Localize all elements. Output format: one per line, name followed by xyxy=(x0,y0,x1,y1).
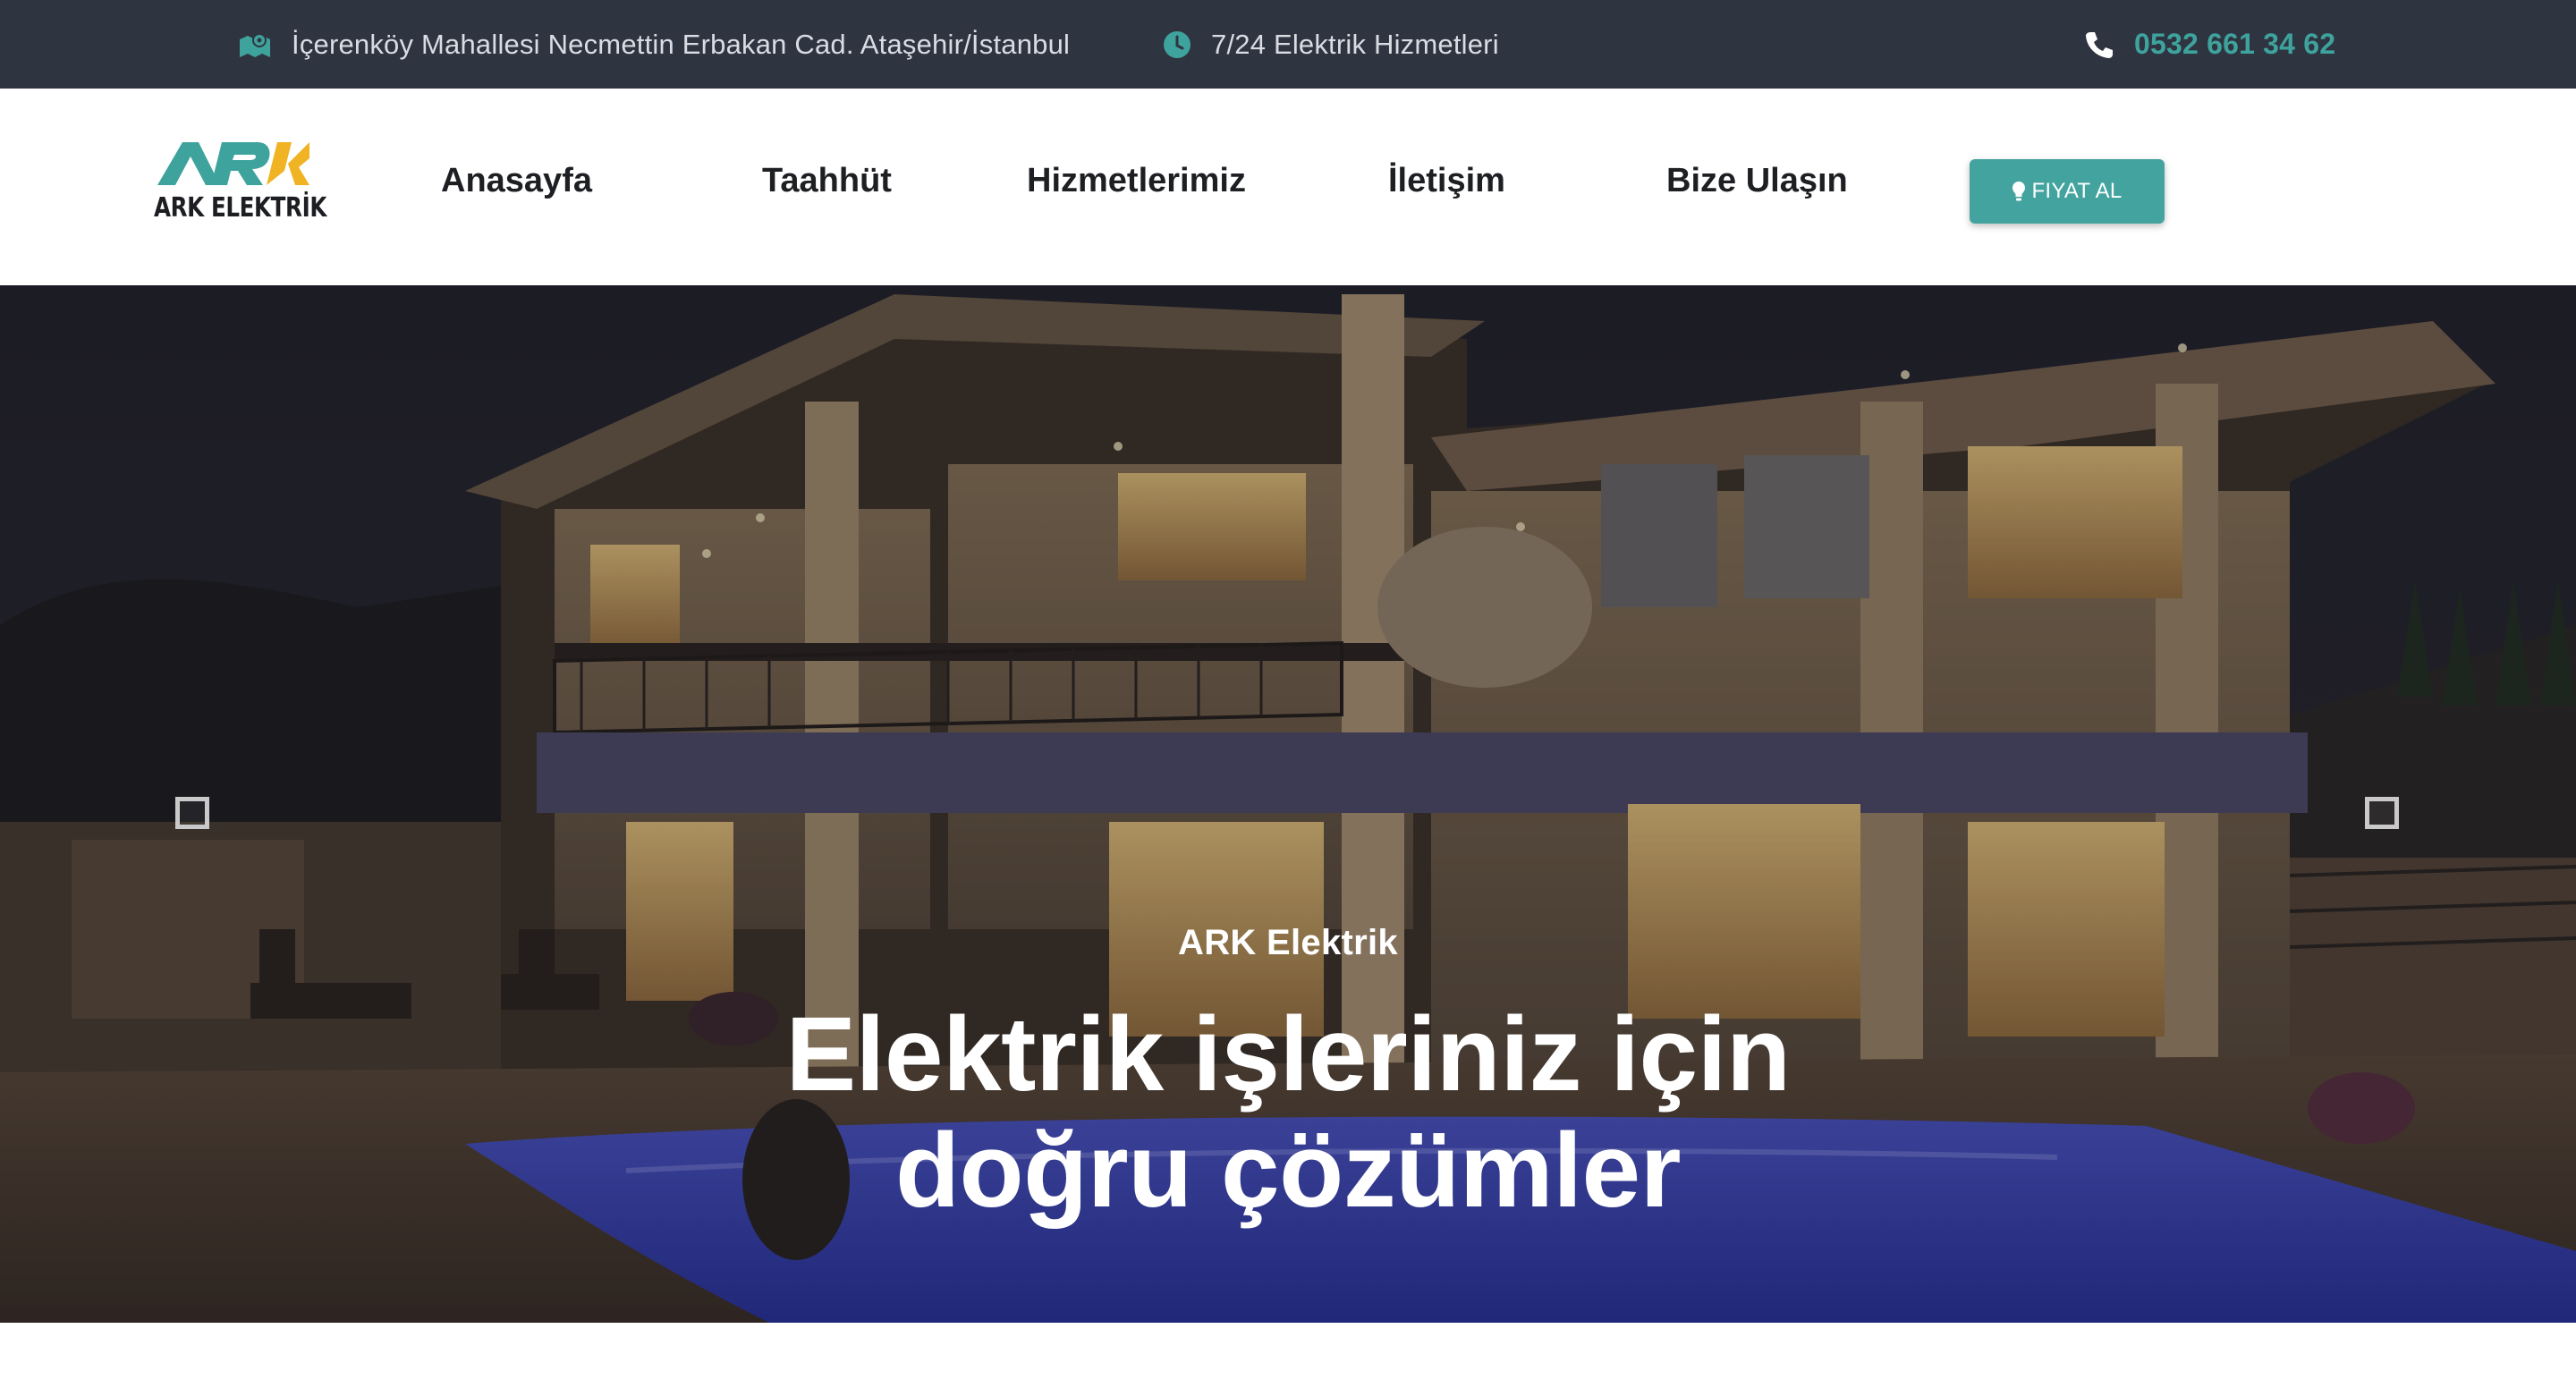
logo-mark-icon xyxy=(157,142,309,185)
address-text: İçerenköy Mahallesi Necmettin Erbakan Ca… xyxy=(292,28,1071,60)
top-info-bar: İçerenköy Mahallesi Necmettin Erbakan Ca… xyxy=(0,0,2576,89)
hours-text: 7/24 Elektrik Hizmetleri xyxy=(1211,28,1499,60)
nav-taahhut[interactable]: Taahhüt xyxy=(762,162,892,200)
logo[interactable]: ARK ELEKTRİK xyxy=(154,139,326,228)
nav-hizmetlerimiz[interactable]: Hizmetlerimiz xyxy=(1027,162,1246,200)
get-quote-button[interactable]: FIYAT AL xyxy=(1970,159,2165,224)
phone-number[interactable]: 0532 661 34 62 xyxy=(2134,28,2335,61)
nav-anasayfa[interactable]: Anasayfa xyxy=(441,162,592,200)
site-header: ARK ELEKTRİK Anasayfa Taahhüt Hizmetleri… xyxy=(0,89,2576,285)
hero-title-line-2: doğru çözümler xyxy=(894,1112,1682,1230)
next-arrow-icon[interactable] xyxy=(2365,797,2399,829)
hero-title: Elektrik işleriniz için doğru çözümler xyxy=(0,996,2576,1229)
hero-title-line-1: Elektrik işleriniz için xyxy=(785,995,1791,1113)
prev-arrow-icon[interactable] xyxy=(175,797,209,829)
nav-iletisim[interactable]: İletişim xyxy=(1388,162,1505,200)
logo-text: ARK ELEKTRİK xyxy=(154,192,326,224)
phone-info[interactable]: 0532 661 34 62 xyxy=(2084,0,2335,89)
lightbulb-icon xyxy=(2012,181,2026,202)
get-quote-label: FIYAT AL xyxy=(2031,179,2123,203)
address-info: İçerenköy Mahallesi Necmettin Erbakan Ca… xyxy=(238,0,1070,89)
map-icon xyxy=(238,30,272,59)
hours-info: 7/24 Elektrik Hizmetleri xyxy=(1163,0,1499,89)
hero-slider: ARK Elektrik Elektrik işleriniz için doğ… xyxy=(0,285,2576,1323)
clock-icon xyxy=(1163,30,1191,59)
hero-subtitle: ARK Elektrik xyxy=(1178,923,1398,962)
phone-icon xyxy=(2084,30,2114,60)
nav-bize-ulasin[interactable]: Bize Ulaşın xyxy=(1666,162,1848,200)
